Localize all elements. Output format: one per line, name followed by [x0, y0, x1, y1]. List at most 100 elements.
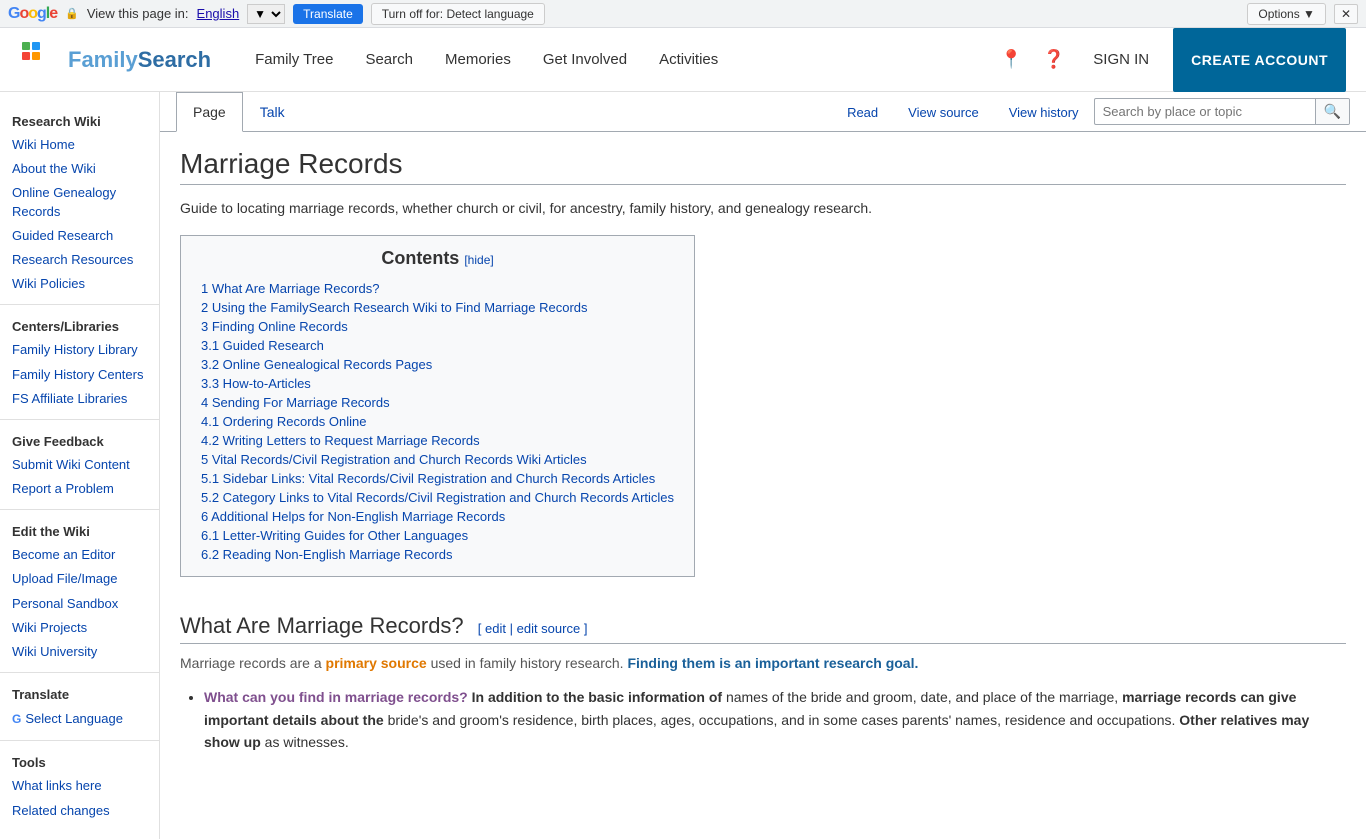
lock-icon: 🔒 — [65, 7, 79, 20]
sidebar-section-edit: Edit the Wiki — [0, 518, 159, 543]
turn-off-button[interactable]: Turn off for: Detect language — [371, 3, 545, 25]
sidebar-link-wiki-university[interactable]: Wiki University — [0, 640, 159, 664]
create-account-button[interactable]: CREATE ACCOUNT — [1173, 28, 1346, 92]
nav-activities[interactable]: Activities — [645, 43, 732, 76]
edit-bracket: ] — [584, 621, 588, 636]
logo-link[interactable]: FamilySearch — [20, 40, 211, 80]
toc-item-4-2: 4.2 Writing Letters to Request Marriage … — [201, 431, 674, 450]
sidebar-link-about-wiki[interactable]: About the Wiki — [0, 157, 159, 181]
contents-list: 1 What Are Marriage Records? 2 Using the… — [201, 279, 674, 564]
toc-link-6[interactable]: 6 Additional Helps for Non-English Marri… — [201, 509, 505, 524]
sidebar-link-fhl[interactable]: Family History Library — [0, 338, 159, 362]
sidebar-divider-2 — [0, 419, 159, 420]
nav-search[interactable]: Search — [351, 43, 427, 76]
edit-pipe: | — [510, 621, 517, 636]
help-icon-button[interactable]: ❓ — [1039, 45, 1069, 74]
bullet-1-question: What can you find in marriage records? — [204, 689, 468, 705]
tab-read[interactable]: Read — [832, 96, 893, 129]
contents-hide-link[interactable]: [hide] — [464, 253, 493, 267]
edit-link[interactable]: [ edit — [478, 621, 506, 636]
sidebar-divider-1 — [0, 304, 159, 305]
toc-item-3-3: 3.3 How-to-Articles — [201, 374, 674, 393]
language-select[interactable]: ▼ — [247, 4, 285, 24]
sidebar-link-online-genealogy[interactable]: Online Genealogy Records — [0, 181, 159, 223]
toc-item-4: 4 Sending For Marriage Records — [201, 393, 674, 412]
sidebar-link-wiki-projects[interactable]: Wiki Projects — [0, 616, 159, 640]
tab-view-source[interactable]: View source — [893, 96, 994, 129]
sidebar-divider-4 — [0, 672, 159, 673]
toc-link-1[interactable]: 1 What Are Marriage Records? — [201, 281, 379, 296]
toc-link-5-2[interactable]: 5.2 Category Links to Vital Records/Civi… — [201, 490, 674, 505]
section-heading-text: What Are Marriage Records? — [180, 613, 464, 638]
toc-item-5-2: 5.2 Category Links to Vital Records/Civi… — [201, 488, 674, 507]
toc-link-3-2[interactable]: 3.2 Online Genealogical Records Pages — [201, 357, 432, 372]
tab-page[interactable]: Page — [176, 92, 243, 132]
tab-talk[interactable]: Talk — [243, 92, 302, 132]
toc-item-3-1: 3.1 Guided Research — [201, 336, 674, 355]
toc-link-2[interactable]: 2 Using the FamilySearch Research Wiki t… — [201, 300, 588, 315]
location-icon-button[interactable]: 📍 — [996, 45, 1026, 74]
article-body: Marriage records are a primary source us… — [180, 652, 1346, 753]
toc-item-2: 2 Using the FamilySearch Research Wiki t… — [201, 298, 674, 317]
sidebar-link-submit-wiki[interactable]: Submit Wiki Content — [0, 453, 159, 477]
language-link[interactable]: English — [197, 6, 240, 21]
toc-item-5: 5 Vital Records/Civil Registration and C… — [201, 450, 674, 469]
sidebar-link-become-editor[interactable]: Become an Editor — [0, 543, 159, 567]
toc-link-4-2[interactable]: 4.2 Writing Letters to Request Marriage … — [201, 433, 480, 448]
tab-view-history[interactable]: View history — [994, 96, 1094, 129]
sidebar-link-guided-research[interactable]: Guided Research — [0, 224, 159, 248]
sidebar-link-what-links[interactable]: What links here — [0, 774, 159, 798]
sidebar-divider-5 — [0, 740, 159, 741]
sidebar-section-research-wiki: Research Wiki — [0, 108, 159, 133]
article-bullet-list: What can you find in marriage records? I… — [180, 686, 1346, 753]
section-edit-links: [ edit | edit source ] — [478, 621, 588, 636]
content-wrapper: Research Wiki Wiki Home About the Wiki O… — [0, 92, 1366, 839]
sign-in-button[interactable]: SIGN IN — [1081, 43, 1161, 76]
sidebar-link-research-resources[interactable]: Research Resources — [0, 248, 159, 272]
sidebar-link-related-changes[interactable]: Related changes — [0, 799, 159, 823]
sidebar-link-wiki-policies[interactable]: Wiki Policies — [0, 272, 159, 296]
toc-link-4[interactable]: 4 Sending For Marriage Records — [201, 395, 390, 410]
sidebar-link-personal-sandbox[interactable]: Personal Sandbox — [0, 592, 159, 616]
toc-link-6-2[interactable]: 6.2 Reading Non-English Marriage Records — [201, 547, 452, 562]
sidebar-section-centers: Centers/Libraries — [0, 313, 159, 338]
toc-link-3-1[interactable]: 3.1 Guided Research — [201, 338, 324, 353]
toc-link-5[interactable]: 5 Vital Records/Civil Registration and C… — [201, 452, 587, 467]
toc-link-4-1[interactable]: 4.1 Ordering Records Online — [201, 414, 366, 429]
translate-button[interactable]: Translate — [293, 4, 363, 24]
wiki-search-button[interactable]: 🔍 — [1315, 99, 1349, 124]
options-button[interactable]: Options ▼ — [1247, 3, 1326, 25]
close-translate-button[interactable]: ✕ — [1334, 4, 1358, 24]
google-logo: Google — [8, 5, 57, 23]
nav-get-involved[interactable]: Get Involved — [529, 43, 641, 76]
nav-memories[interactable]: Memories — [431, 43, 525, 76]
page-tabs: Page Talk Read View source View history … — [160, 92, 1366, 132]
toc-link-3-3[interactable]: 3.3 How-to-Articles — [201, 376, 311, 391]
article-intro: Guide to locating marriage records, whet… — [180, 197, 1346, 219]
article-title: Marriage Records — [180, 148, 1346, 185]
sidebar-link-fs-affiliate[interactable]: FS Affiliate Libraries — [0, 387, 159, 411]
sidebar-section-feedback: Give Feedback — [0, 428, 159, 453]
sidebar-section-tools: Tools — [0, 749, 159, 774]
sidebar-link-fhc[interactable]: Family History Centers — [0, 363, 159, 387]
edit-source-link[interactable]: edit source — [517, 621, 581, 636]
sidebar: Research Wiki Wiki Home About the Wiki O… — [0, 92, 160, 839]
toc-item-4-1: 4.1 Ordering Records Online — [201, 412, 674, 431]
view-page-text: View this page in: — [87, 6, 189, 21]
nav-family-tree[interactable]: Family Tree — [241, 43, 347, 76]
toc-link-6-1[interactable]: 6.1 Letter-Writing Guides for Other Lang… — [201, 528, 468, 543]
sidebar-link-wiki-home[interactable]: Wiki Home — [0, 133, 159, 157]
toc-item-3: 3 Finding Online Records — [201, 317, 674, 336]
sidebar-link-select-language[interactable]: Select Language — [25, 710, 123, 728]
bullet-item-1: What can you find in marriage records? I… — [204, 686, 1346, 753]
tabs-right: Read View source View history 🔍 — [832, 92, 1350, 131]
toc-link-3[interactable]: 3 Finding Online Records — [201, 319, 348, 334]
toc-link-5-1[interactable]: 5.1 Sidebar Links: Vital Records/Civil R… — [201, 471, 655, 486]
sidebar-link-report-problem[interactable]: Report a Problem — [0, 477, 159, 501]
bullet-1-text: names of the bride and groom, date, and … — [726, 689, 1118, 705]
wiki-search-input[interactable] — [1095, 100, 1315, 123]
logo-icon — [20, 40, 60, 80]
wiki-search-box: 🔍 — [1094, 98, 1350, 125]
article-content: Marriage Records Guide to locating marri… — [160, 132, 1366, 775]
sidebar-link-upload-file[interactable]: Upload File/Image — [0, 567, 159, 591]
